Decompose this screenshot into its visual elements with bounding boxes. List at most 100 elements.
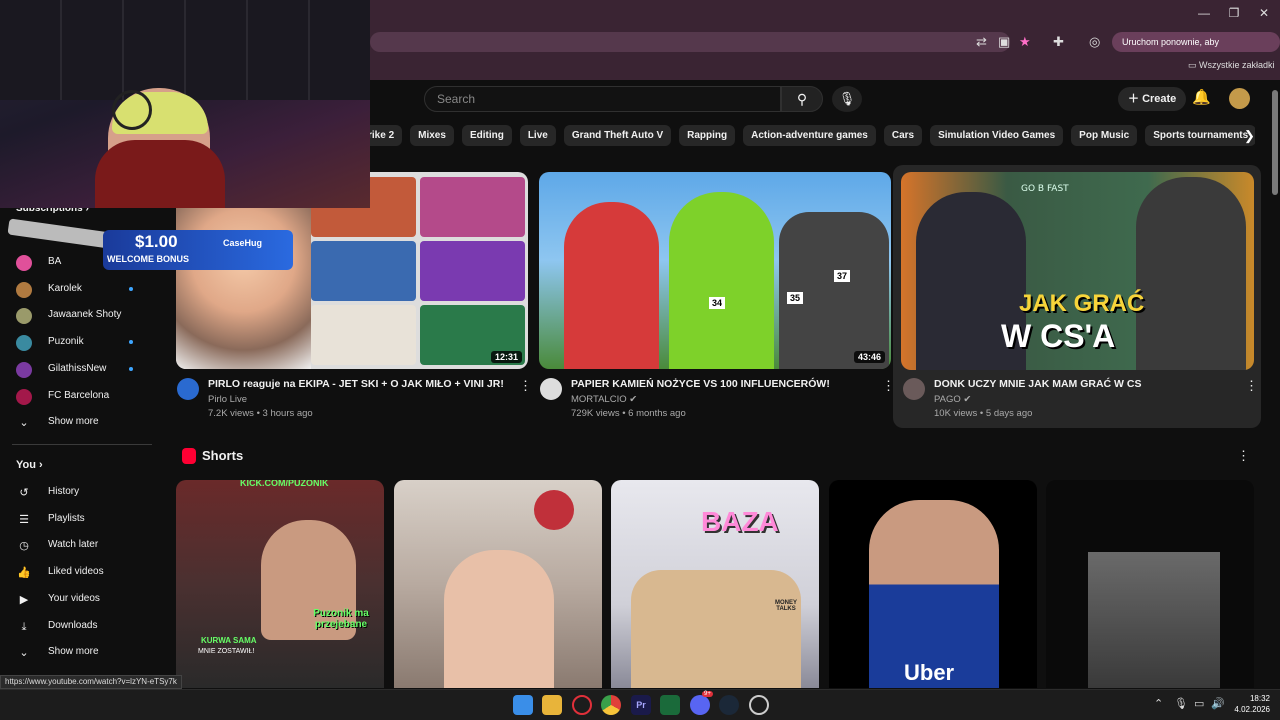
scrollbar-thumb[interactable]	[1272, 90, 1278, 195]
filter-chip[interactable]: Pop Music	[1071, 125, 1138, 146]
microphone-tray-icon[interactable]: 🎙	[1174, 697, 1188, 710]
chrome-icon[interactable]	[601, 695, 621, 715]
filter-chip[interactable]: Cars	[883, 125, 923, 146]
show-more-subscriptions[interactable]: ⌄ Show more	[0, 409, 152, 435]
video-title[interactable]: DONK UCZY MNIE JAK MAM GRAĆ W CS	[934, 378, 1141, 390]
shirt-text: MONEY TALKS	[774, 600, 797, 612]
new-content-dot	[129, 286, 133, 291]
cast-icon[interactable]: ▣	[998, 34, 1010, 50]
chevron-right-icon[interactable]: ❯	[1244, 128, 1255, 144]
microphone-icon: 🎙	[838, 91, 856, 106]
sidebar-you-item[interactable]: ▶ Your videos	[0, 586, 152, 612]
filter-chip[interactable]: Simulation Video Games	[930, 125, 1064, 146]
discord-icon[interactable]: 9+	[690, 691, 713, 715]
sidebar-you-item[interactable]: 👍 Liked videos	[0, 559, 152, 585]
short-thumbnail-1[interactable]: KICK.COM/PUZONIK Puzonik ma przejebane K…	[176, 480, 384, 688]
relaunch-to-update-button[interactable]: Uruchom ponownie, aby zaktualizować ⋮	[1112, 32, 1280, 67]
tray-chevron-icon[interactable]: ⌃	[1154, 697, 1163, 710]
create-button[interactable]: ＋ Create	[1118, 87, 1187, 111]
excel-icon[interactable]	[660, 695, 680, 715]
sidebar-you-item[interactable]: ⤓ Downloads	[0, 613, 152, 639]
sidebar-you-item[interactable]: ↺ History	[0, 479, 152, 505]
channel-name[interactable]: PAGO ✔	[934, 394, 971, 405]
sidebar-subscription-item[interactable]: FC Barcelona	[0, 383, 152, 409]
filter-chip[interactable]: Live	[519, 125, 556, 146]
subscription-name: GilathissNew	[48, 362, 107, 374]
show-more-label: Show more	[48, 416, 99, 427]
translate-icon[interactable]: ⇄	[976, 34, 987, 50]
channel-name[interactable]: Pirlo Live	[208, 394, 247, 405]
video-duration: 43:46	[853, 351, 885, 363]
sidebar-subscription-item[interactable]: Puzonik	[0, 329, 152, 355]
restore-icon[interactable]: ❐	[1224, 6, 1244, 20]
address-bar[interactable]	[370, 32, 1010, 52]
close-window-icon[interactable]: ✕	[1254, 6, 1274, 20]
sidebar-divider	[12, 444, 152, 445]
display-tray-icon[interactable]: ▭	[1194, 697, 1204, 710]
premiere-icon[interactable]: Pr	[631, 695, 651, 715]
more-actions-icon[interactable]: ⋮	[882, 378, 895, 394]
channel-avatar[interactable]	[177, 378, 199, 400]
sidebar-subscription-item[interactable]: Karolek	[0, 276, 152, 302]
filter-chip[interactable]: Rapping	[679, 125, 736, 146]
new-content-dot	[129, 340, 133, 345]
video-thumbnail-3[interactable]: GO B FAST JAK GRAĆ W CS'A	[901, 172, 1254, 370]
filter-chip[interactable]: Grand Theft Auto V	[563, 125, 672, 146]
show-more-label: Show more	[48, 646, 99, 657]
video-meta: 10K views • 5 days ago	[934, 408, 1033, 419]
sidebar-you-item[interactable]: ◷ Watch later	[0, 532, 152, 558]
short-overlay-text: MNIE ZOSTAWIŁ!	[198, 648, 255, 655]
chevron-down-icon: ⌄	[19, 417, 29, 429]
filter-chip[interactable]: Sports tournaments	[1145, 125, 1255, 146]
search-button[interactable]: ⚲	[781, 86, 823, 112]
short-overlay-text: KICK.COM/PUZONIK	[240, 480, 329, 488]
steam-icon[interactable]	[719, 695, 739, 715]
video-thumbnail-2[interactable]: 34 35 37 43:46	[539, 172, 891, 369]
clock-time: 18:32	[1249, 694, 1270, 703]
short-thumbnail-2[interactable]	[394, 480, 602, 688]
notifications-bell-icon[interactable]: 🔔	[1192, 88, 1211, 106]
opera-icon[interactable]	[572, 695, 592, 715]
shorts-icon	[182, 448, 196, 464]
volume-icon[interactable]: 🔊	[1211, 697, 1225, 710]
video-title[interactable]: PAPIER KAMIEŃ NOŻYCE VS 100 INFLUENCERÓW…	[571, 378, 830, 390]
sidebar-you-item[interactable]: ☰ Playlists	[0, 506, 152, 532]
filter-chip[interactable]: Mixes	[410, 125, 454, 146]
thumbnail-overlay-title-2: W CS'A	[1001, 318, 1116, 354]
notification-badge: 9+	[702, 691, 713, 697]
shorts-more-icon[interactable]: ⋮	[1237, 448, 1250, 464]
channel-avatar[interactable]	[903, 378, 925, 400]
more-actions-icon[interactable]: ⋮	[519, 378, 532, 394]
you-heading[interactable]: You ›	[16, 459, 43, 471]
more-actions-icon[interactable]: ⋮	[1245, 378, 1258, 394]
filter-chip[interactable]: Editing	[461, 125, 512, 146]
minimize-icon[interactable]: —	[1194, 6, 1214, 20]
short-thumbnail-4[interactable]: Uber	[829, 480, 1037, 688]
show-more-you[interactable]: ⌄ Show more	[0, 639, 152, 665]
sidebar-subscription-item[interactable]: GilathissNew	[0, 356, 152, 382]
file-explorer-icon[interactable]	[542, 695, 562, 715]
app-icon[interactable]	[749, 695, 769, 715]
video-title[interactable]: PIRLO reaguje na EKIPA - JET SKI + O JAK…	[208, 378, 504, 390]
filter-chip[interactable]: Action-adventure games	[743, 125, 876, 146]
short-thumbnail-3[interactable]: BAZA MONEY TALKS	[611, 480, 819, 688]
all-bookmarks-button[interactable]: ▭ Wszystkie zakładki	[1188, 60, 1275, 71]
profile-icon[interactable]: ◎	[1089, 34, 1100, 50]
sidebar-subscription-item[interactable]: Jawaanek Shoty	[0, 302, 152, 328]
status-bar-url: https://www.youtube.com/watch?v=lzYN-eTS…	[0, 675, 182, 689]
playlists-icon: ☰	[19, 513, 29, 526]
person-red-shirt	[564, 202, 659, 369]
channel-avatar[interactable]	[540, 378, 562, 400]
channel-name[interactable]: MORTALCIO ✔	[571, 394, 637, 405]
account-avatar[interactable]	[1229, 88, 1250, 109]
bookmark-star-icon[interactable]: ★	[1019, 34, 1031, 50]
headphones-icon	[112, 90, 152, 130]
taskbar-clock[interactable]: 18:32 4.02.2026	[1230, 693, 1270, 715]
extensions-icon[interactable]: ✚	[1053, 34, 1064, 50]
subscription-name: Jawaanek Shoty	[48, 309, 122, 321]
search-input[interactable]: Search	[424, 86, 781, 112]
voice-search-button[interactable]: 🎙	[832, 86, 862, 112]
shirt-sponsor-text: Uber	[904, 660, 955, 685]
windows-start-icon[interactable]	[513, 695, 533, 715]
short-thumbnail-5[interactable]	[1046, 480, 1254, 688]
